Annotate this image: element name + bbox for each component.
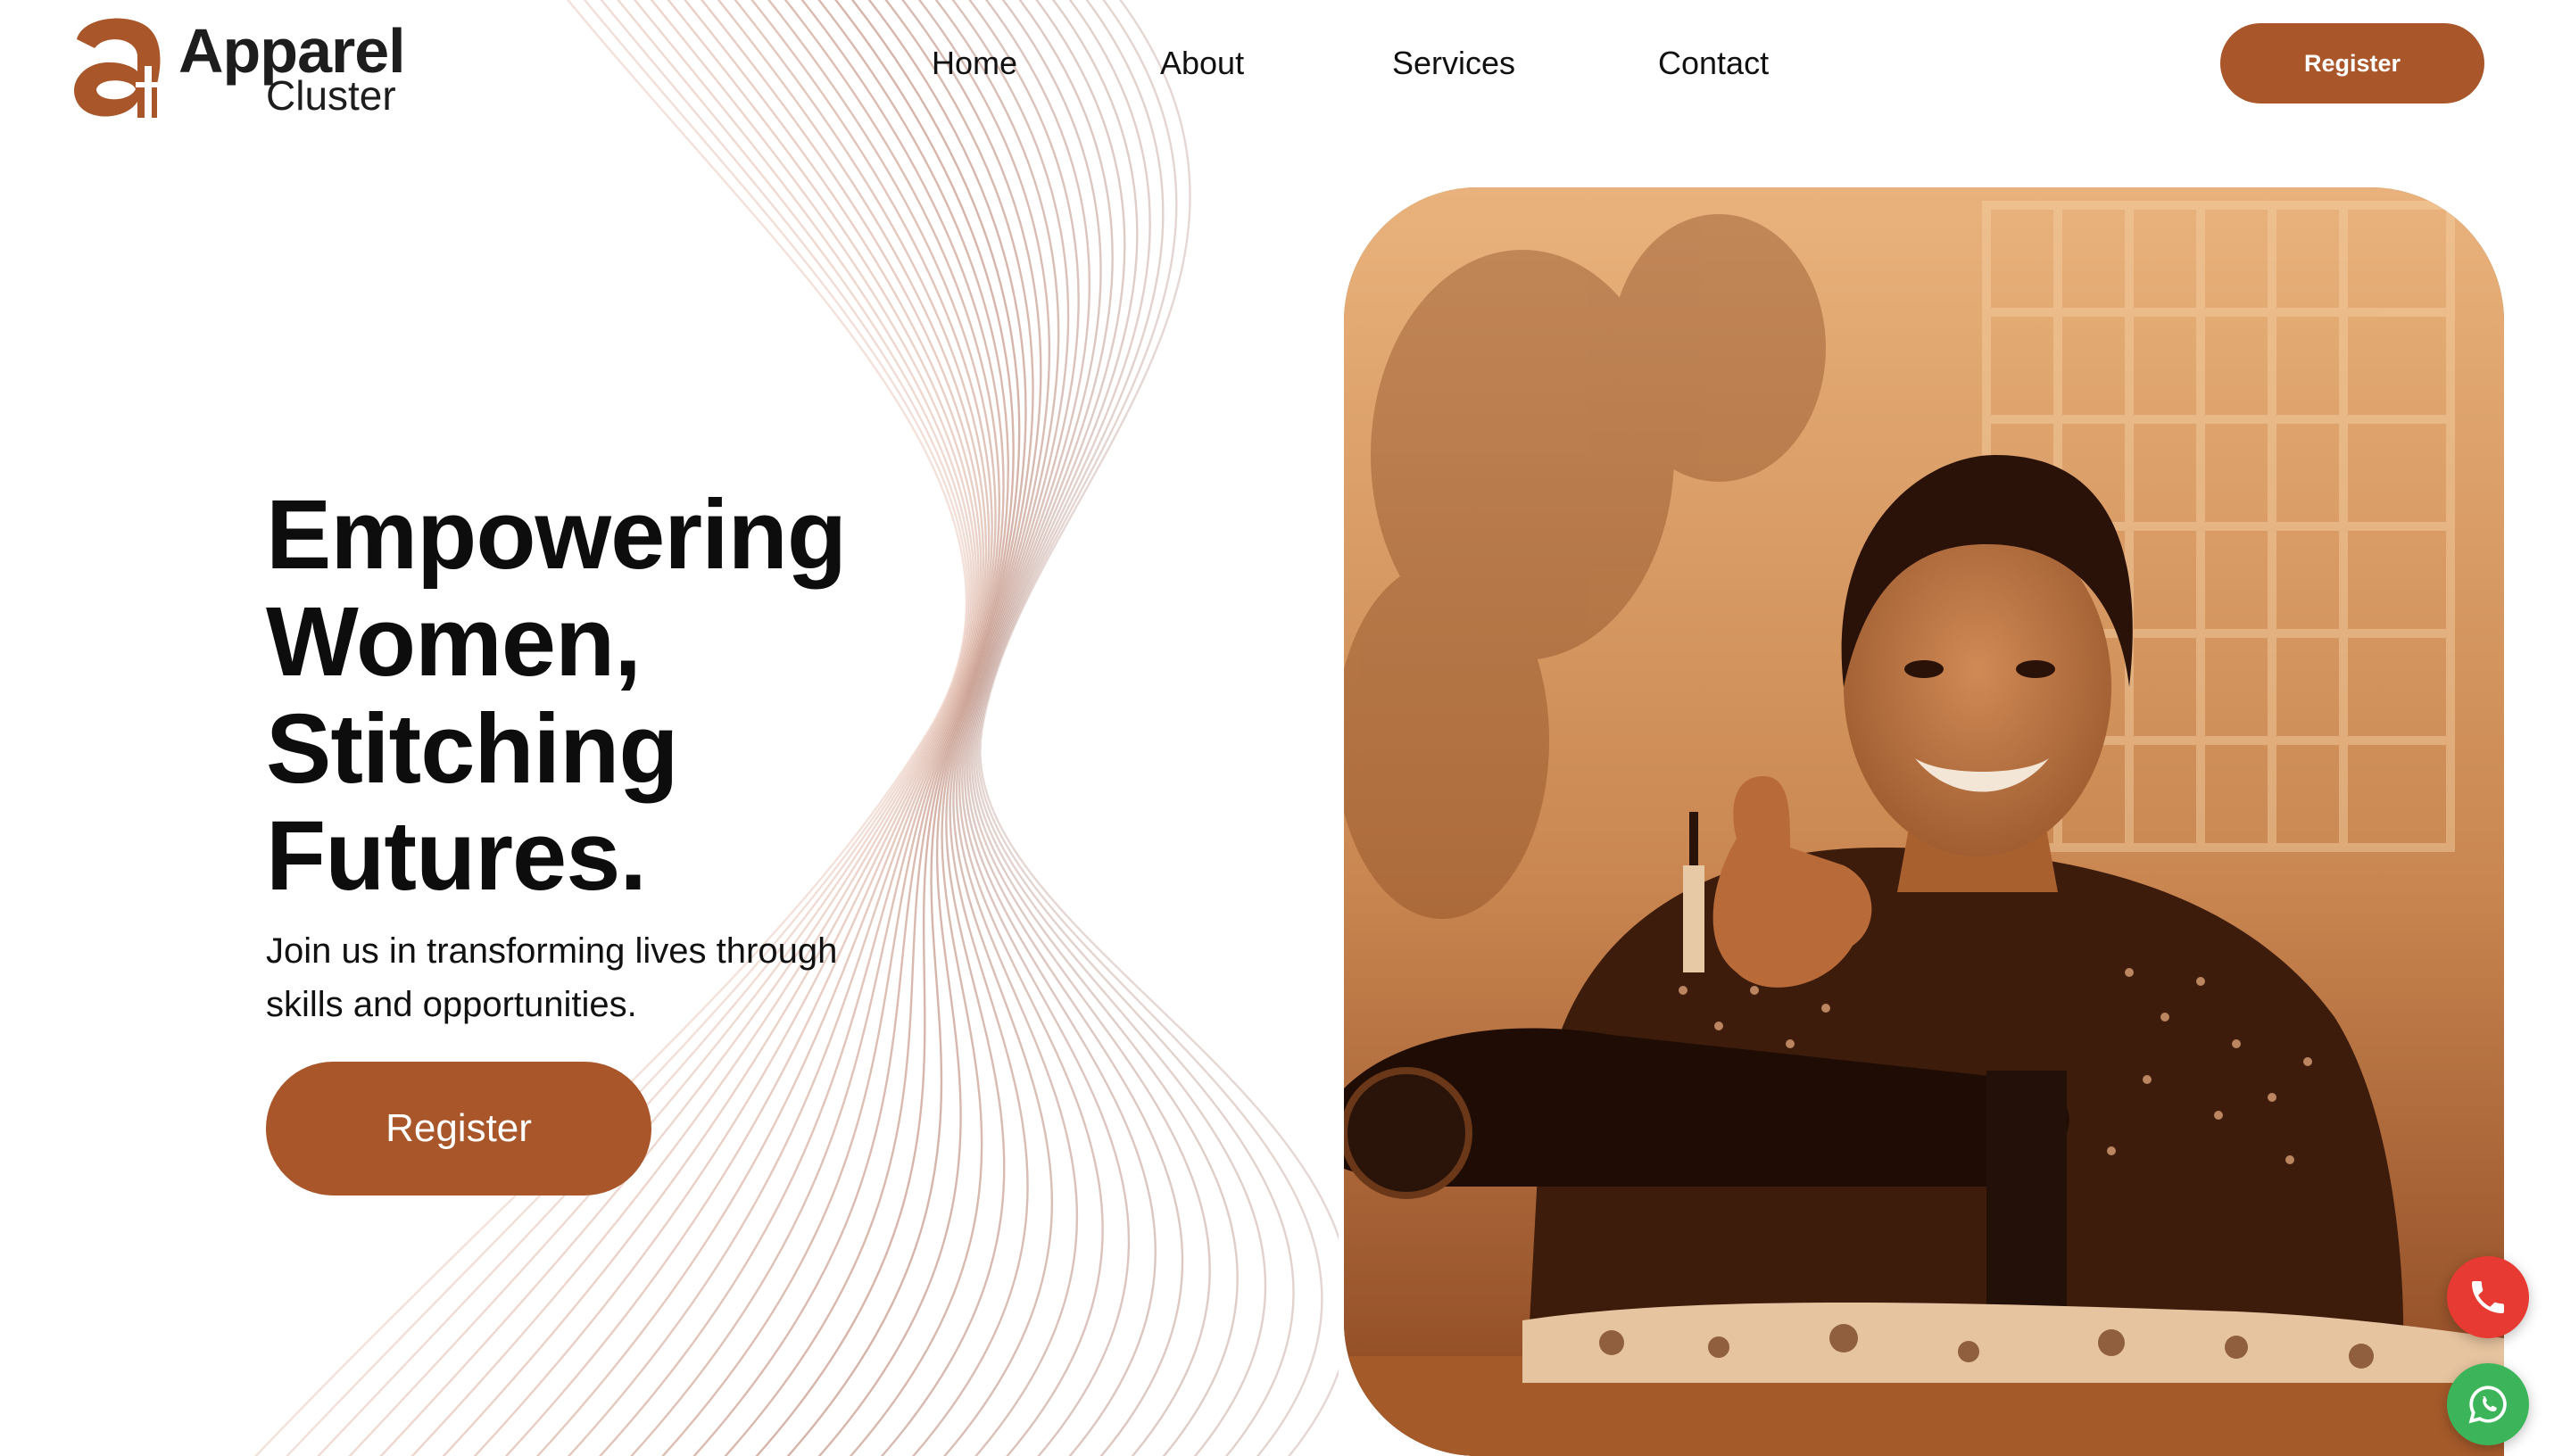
site-logo[interactable]: Apparel Cluster bbox=[70, 12, 409, 123]
landing-page: Apparel Cluster Home About Services Cont… bbox=[0, 0, 2554, 1456]
nav-link-about[interactable]: About bbox=[1160, 41, 1244, 86]
hero-title-line: Women, bbox=[266, 587, 642, 697]
phone-icon bbox=[2472, 1281, 2504, 1313]
hero-title-line: Futures. bbox=[266, 801, 647, 911]
logo-text-cluster: Cluster bbox=[266, 72, 396, 119]
woman-sewing-photo-icon bbox=[1344, 187, 2504, 1456]
whatsapp-button[interactable] bbox=[2447, 1363, 2529, 1445]
hero-subtitle-line: skills and opportunities. bbox=[266, 985, 637, 1024]
hero-subtitle: Join us in transforming lives through sk… bbox=[266, 924, 908, 1031]
nav-link-home[interactable]: Home bbox=[932, 41, 1017, 86]
hero-subtitle-line: Join us in transforming lives through bbox=[266, 931, 838, 971]
hero-register-button[interactable]: Register bbox=[266, 1062, 651, 1195]
logo-mark-icon bbox=[73, 18, 161, 118]
hero-image bbox=[1344, 187, 2504, 1456]
hero-title: Empowering Women, Stitching Futures. bbox=[266, 482, 944, 910]
header-register-button[interactable]: Register bbox=[2220, 23, 2484, 103]
hero-title-line: Empowering bbox=[266, 480, 847, 590]
hero-title-line: Stitching bbox=[266, 694, 679, 804]
nav-link-services[interactable]: Services bbox=[1392, 41, 1515, 86]
whatsapp-icon bbox=[2468, 1386, 2507, 1424]
phone-call-button[interactable] bbox=[2447, 1256, 2529, 1338]
nav-link-contact[interactable]: Contact bbox=[1658, 41, 1769, 86]
